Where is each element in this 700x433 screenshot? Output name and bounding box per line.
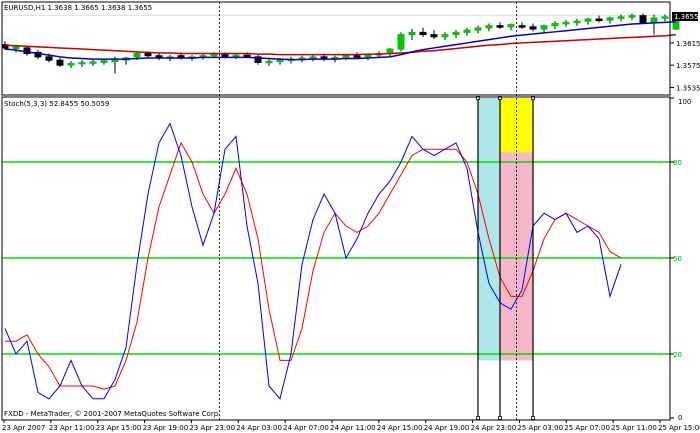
candle-body — [551, 22, 559, 27]
time-axis-label: 23 Apr 11:00 — [49, 424, 95, 432]
candle-body — [100, 60, 108, 63]
current-price-tag: 1.3655 — [672, 12, 699, 21]
candle-body — [518, 25, 526, 28]
candle-body — [562, 21, 570, 25]
candle-body — [243, 54, 251, 58]
time-axis-label: 23 Apr 23:00 — [189, 424, 235, 432]
marker-handle-bottom — [498, 416, 502, 420]
stoch-axis-label: 100 — [678, 98, 691, 106]
time-axis-label: 25 Apr 03:00 — [517, 424, 563, 432]
price-axis-label: 1.3535 — [676, 84, 700, 92]
current-price-label: 1.3655 — [674, 13, 699, 21]
candle-body — [617, 16, 625, 19]
copyright-text: FXDD - MetaTrader, © 2001-2007 MetaQuote… — [4, 410, 220, 418]
time-axis-label: 24 Apr 07:00 — [283, 424, 329, 432]
price-axis-label: 1.3615 — [676, 40, 700, 48]
candle-body — [89, 61, 97, 64]
candle-body — [661, 16, 669, 19]
time-axis-label: 24 Apr 23:00 — [471, 424, 517, 432]
time-axis-label: 24 Apr 15:00 — [377, 424, 423, 432]
level-label-50: 50 — [673, 255, 682, 263]
candle-body — [496, 25, 504, 28]
level-label-80: 80 — [673, 159, 682, 167]
marker-handle-bottom — [531, 416, 535, 420]
candle-body — [595, 18, 603, 22]
candle-body — [232, 54, 240, 58]
stoch-title: Stoch(5,3,3) 52.8455 50.5059 — [4, 100, 109, 108]
time-axis-label: 24 Apr 19:00 — [424, 424, 470, 432]
candle-body — [430, 34, 438, 38]
time-axis-label: 24 Apr 03:00 — [236, 424, 282, 432]
time-axis-label: 25 Apr 07:00 — [564, 424, 610, 432]
candle-body — [485, 25, 493, 29]
candle-body — [573, 20, 581, 24]
time-axis-label: 25 Apr 11:00 — [611, 424, 657, 432]
candle-body — [529, 26, 537, 30]
candle-body — [210, 53, 218, 57]
time-axis-label: 23 Apr 19:00 — [143, 424, 189, 432]
price-axis-label: 1.3575 — [676, 62, 700, 70]
candle-body — [133, 53, 141, 58]
candle-body — [463, 29, 471, 33]
time-axis-label: 23 Apr 15:00 — [96, 424, 142, 432]
price-title: EURUSD,H1 1.3638 1.3665 1.3638 1.3655 — [4, 4, 152, 12]
candle-body — [353, 55, 361, 58]
candle-body — [452, 31, 460, 36]
marker-handle-bottom — [476, 416, 480, 420]
candle-body — [474, 27, 482, 31]
candle-body — [144, 53, 152, 57]
candle-body — [276, 59, 284, 63]
candle-body — [419, 31, 427, 36]
candle-body — [606, 17, 614, 21]
candle-body — [45, 56, 53, 61]
candle-body — [56, 59, 64, 66]
candle-body — [584, 18, 592, 22]
stoch-axis-label: 0 — [678, 414, 682, 422]
candle-body — [67, 63, 75, 66]
candle-body — [265, 60, 273, 64]
candle-body — [12, 46, 20, 49]
candle-body — [639, 15, 647, 23]
level-label-20: 20 — [673, 351, 682, 359]
metatrader-chart[interactable]: EURUSD,H1 1.3638 1.3665 1.3638 1.3655 1.… — [0, 0, 700, 433]
time-axis-label: 23 Apr 2007 — [2, 424, 45, 432]
time-axis-label: 24 Apr 11:00 — [330, 424, 376, 432]
candle-body — [342, 55, 350, 58]
candle-body — [441, 34, 449, 38]
candle-body — [628, 15, 636, 18]
candle-body — [540, 25, 548, 30]
candle-body — [507, 24, 515, 28]
candle-body — [650, 17, 658, 23]
candle-body — [221, 54, 229, 57]
zone-cyan — [478, 98, 500, 361]
candle-body — [111, 59, 119, 63]
candle-body — [309, 56, 317, 59]
candle-body — [397, 34, 405, 50]
candle-body — [78, 61, 86, 65]
candle-body — [408, 31, 416, 36]
candle-body — [364, 54, 372, 58]
time-axis-label: 25 Apr 15:00 — [658, 424, 700, 432]
